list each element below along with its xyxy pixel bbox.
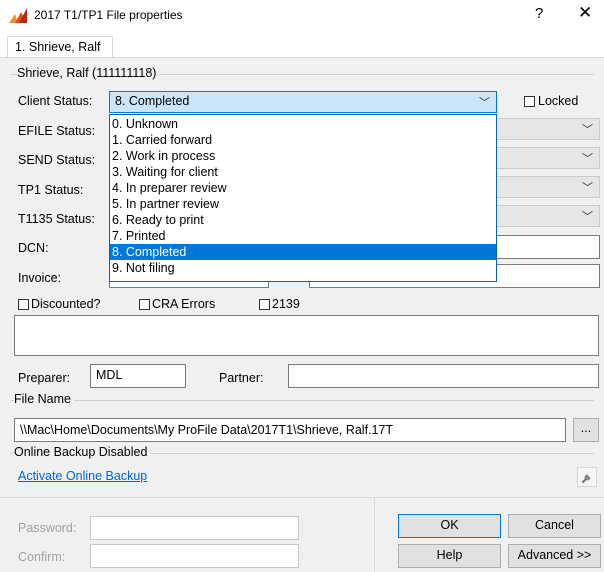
file-name-field[interactable]: \\Mac\Home\Documents\My ProFile Data\201… (14, 418, 566, 442)
efile-status-label: EFILE Status: (18, 124, 96, 138)
file-name-label: File Name (14, 392, 74, 406)
help-button[interactable]: Help (398, 544, 501, 568)
file-name-divider (10, 400, 594, 401)
help-title-button[interactable]: ? (535, 5, 543, 22)
footer-vertical-divider (374, 498, 375, 572)
status-option-work-in-process[interactable]: 2. Work in process (110, 148, 496, 164)
profile-app-icon (9, 8, 27, 23)
discounted-checkbox[interactable] (18, 299, 29, 310)
status-option-completed[interactable]: 8. Completed (110, 244, 496, 260)
client-status-select[interactable]: 8. Completed ﹀ (109, 91, 497, 113)
preparer-label: Preparer: (18, 371, 71, 385)
password-label: Password: (18, 521, 77, 535)
preparer-value: MDL (96, 368, 123, 382)
chevron-down-icon: ﹀ (582, 211, 593, 223)
status-option-preparer-review[interactable]: 4. In preparer review (110, 180, 496, 196)
file-name-value: \\Mac\Home\Documents\My ProFile Data\201… (20, 423, 394, 437)
preparer-field[interactable]: MDL (90, 364, 186, 388)
online-backup-label: Online Backup Disabled (14, 445, 151, 459)
cancel-button[interactable]: Cancel (508, 514, 601, 538)
password-field[interactable] (90, 516, 299, 540)
chevron-down-icon: ﹀ (582, 124, 593, 136)
status-option-not-filing[interactable]: 9. Not filing (110, 260, 496, 276)
ok-button[interactable]: OK (398, 514, 501, 538)
form-2139-checkbox[interactable] (259, 299, 270, 310)
browse-button[interactable]: ... (573, 418, 599, 442)
file-properties-dialog: 2017 T1/TP1 File properties ? ✕ 1. Shrie… (0, 0, 604, 572)
dcn-label: DCN: (18, 241, 49, 255)
t1135-status-label: T1135 Status: (18, 212, 95, 226)
status-option-waiting-for-client[interactable]: 3. Waiting for client (110, 164, 496, 180)
client-status-dropdown-list: 0. Unknown 1. Carried forward 2. Work in… (109, 114, 497, 282)
notes-textarea[interactable] (14, 315, 599, 356)
form-2139-label: 2139 (272, 297, 300, 311)
tab-label: 1. Shrieve, Ralf (15, 40, 101, 54)
status-option-ready-to-print[interactable]: 6. Ready to print (110, 212, 496, 228)
status-option-carried-forward[interactable]: 1. Carried forward (110, 132, 496, 148)
chevron-down-icon: ﹀ (479, 97, 490, 109)
locked-checkbox[interactable] (524, 96, 535, 107)
cra-errors-checkbox[interactable] (139, 299, 150, 310)
discounted-label: Discounted? (31, 297, 101, 311)
cra-errors-label: CRA Errors (152, 297, 216, 311)
client-status-value: 8. Completed (115, 94, 190, 108)
partner-field[interactable] (288, 364, 599, 388)
advanced-button[interactable]: Advanced >> (508, 544, 601, 568)
window-title: 2017 T1/TP1 File properties (34, 8, 183, 22)
footer-divider (0, 497, 604, 498)
tp1-status-label: TP1 Status: (18, 183, 84, 197)
wrench-icon[interactable] (577, 467, 597, 487)
status-option-partner-review[interactable]: 5. In partner review (110, 196, 496, 212)
confirm-label: Confirm: (18, 550, 66, 564)
partner-label: Partner: (219, 371, 264, 385)
client-status-label: Client Status: (18, 94, 93, 108)
invoice-label: Invoice: (18, 271, 62, 285)
confirm-password-field[interactable] (90, 544, 299, 568)
locked-label: Locked (538, 94, 579, 108)
tab-client[interactable]: 1. Shrieve, Ralf (7, 36, 113, 58)
chevron-down-icon: ﹀ (582, 153, 593, 165)
client-group-title: Shrieve, Ralf (111111118) (17, 66, 160, 80)
chevron-down-icon: ﹀ (582, 182, 593, 194)
status-option-printed[interactable]: 7. Printed (110, 228, 496, 244)
send-status-label: SEND Status: (18, 153, 96, 167)
close-icon[interactable]: ✕ (578, 3, 592, 23)
activate-online-backup-link[interactable]: Activate Online Backup (18, 469, 147, 483)
status-option-unknown[interactable]: 0. Unknown (110, 116, 496, 132)
